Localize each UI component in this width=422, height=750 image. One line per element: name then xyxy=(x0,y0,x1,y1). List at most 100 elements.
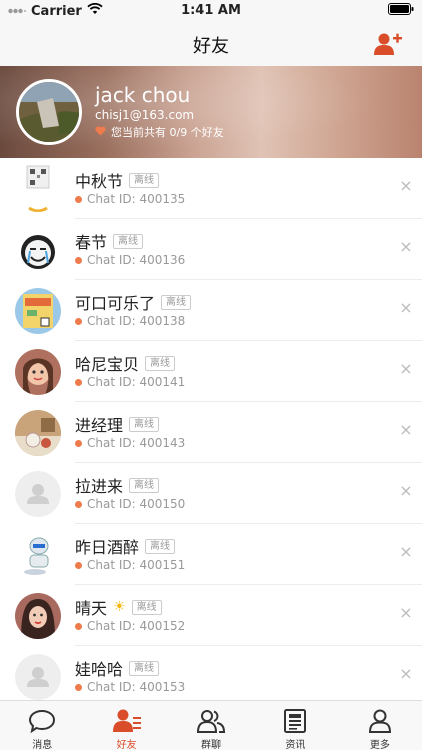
group-icon xyxy=(197,710,226,733)
default-avatar-icon[interactable] xyxy=(15,471,61,517)
status-bar: Carrier 1:41 AM xyxy=(0,0,422,22)
friend-row[interactable]: 拉进来 离线 Chat ID: 400150 × xyxy=(0,463,422,524)
delete-friend-button[interactable]: × xyxy=(398,605,414,621)
delete-friend-button[interactable]: × xyxy=(398,483,414,499)
chat-id: Chat ID: 400150 xyxy=(87,497,186,511)
avatar[interactable] xyxy=(15,410,61,456)
friend-name: 进经理 xyxy=(75,416,124,435)
friend-name: 昨日酒醉 xyxy=(75,538,140,557)
tab-groups[interactable]: 群聊 xyxy=(169,701,253,750)
status-badge: 离线 xyxy=(145,355,176,371)
chat-id: Chat ID: 400135 xyxy=(87,192,186,206)
avatar[interactable] xyxy=(15,227,61,273)
tab-news[interactable]: 资讯 xyxy=(253,701,337,750)
status-badge: 离线 xyxy=(129,172,160,188)
close-icon: × xyxy=(399,298,413,317)
status-dot xyxy=(75,439,82,447)
profile-email: chisj1@163.com xyxy=(95,108,195,122)
tab-label: 更多 xyxy=(369,740,390,750)
friend-row[interactable]: 昨日酒醉 离线 Chat ID: 400151 × xyxy=(0,524,422,585)
profile-name: jack chou xyxy=(95,83,191,107)
friend-row[interactable]: 中秋节 离线 Chat ID: 400135 × xyxy=(0,158,422,219)
status-dot xyxy=(75,500,82,508)
tab-bar: 消息 好友 群聊 资讯 更多 xyxy=(0,700,422,750)
tab-more[interactable]: 更多 xyxy=(338,701,422,750)
avatar[interactable] xyxy=(15,532,61,578)
friend-row[interactable]: 可口可乐了 离线 Chat ID: 400138 × xyxy=(0,280,422,341)
friend-row[interactable]: 进经理 离线 Chat ID: 400143 × xyxy=(0,402,422,463)
tab-messages[interactable]: 消息 xyxy=(0,701,84,750)
friend-name: 拉进来 xyxy=(75,477,124,496)
close-icon: × xyxy=(399,359,413,378)
chat-id: Chat ID: 400138 xyxy=(87,314,186,328)
sun-emoji: ☀ xyxy=(113,599,126,615)
profile-avatar[interactable] xyxy=(16,79,82,145)
friends-icon xyxy=(112,709,141,732)
delete-friend-button[interactable]: × xyxy=(398,666,414,682)
status-time: 1:41 AM xyxy=(181,3,241,18)
profile-header[interactable]: jack chou chisj1@163.com 您当前共有 0/9 个好友 xyxy=(0,66,422,158)
close-icon: × xyxy=(399,664,413,683)
friend-count-text: 您当前共有 0/9 个好友 xyxy=(111,126,224,139)
status-badge: 离线 xyxy=(129,416,160,432)
avatar[interactable] xyxy=(15,349,61,395)
close-icon: × xyxy=(399,420,413,439)
status-dot xyxy=(75,317,82,325)
status-dot xyxy=(75,378,82,386)
status-badge: 离线 xyxy=(131,599,162,615)
heart-icon xyxy=(95,125,106,139)
status-badge: 离线 xyxy=(113,233,144,249)
avatar[interactable] xyxy=(15,158,61,212)
chat-id: Chat ID: 400152 xyxy=(87,619,186,633)
friend-name: 可口可乐了 xyxy=(75,294,156,313)
friend-row[interactable]: 春节 离线 Chat ID: 400136 × xyxy=(0,219,422,280)
avatar[interactable] xyxy=(15,288,61,334)
chat-id: Chat ID: 400151 xyxy=(87,558,186,572)
status-badge: 离线 xyxy=(145,538,176,554)
chat-id: Chat ID: 400153 xyxy=(87,680,186,694)
delete-friend-button[interactable]: × xyxy=(398,178,414,194)
close-icon: × xyxy=(399,176,413,195)
message-icon xyxy=(29,709,56,734)
nav-bar: 好友 xyxy=(0,22,422,66)
friend-row[interactable]: 哈尼宝贝 离线 Chat ID: 400141 × xyxy=(0,341,422,402)
chat-id: Chat ID: 400141 xyxy=(87,375,186,389)
close-icon: × xyxy=(399,481,413,500)
friend-name: 哈尼宝贝 xyxy=(75,355,140,374)
avatar[interactable] xyxy=(15,593,61,639)
more-icon xyxy=(368,709,391,733)
page-title: 好友 xyxy=(193,36,229,57)
friend-name: 晴天 xyxy=(75,599,108,618)
close-icon: × xyxy=(399,603,413,622)
close-icon: × xyxy=(399,237,413,256)
delete-friend-button[interactable]: × xyxy=(398,544,414,560)
delete-friend-button[interactable]: × xyxy=(398,361,414,377)
delete-friend-button[interactable]: × xyxy=(398,300,414,316)
tab-label: 好友 xyxy=(116,740,137,750)
friend-name: 中秋节 xyxy=(75,172,124,191)
battery-icon xyxy=(388,3,414,15)
tab-label: 资讯 xyxy=(285,740,306,750)
status-badge: 离线 xyxy=(161,294,192,310)
status-dot xyxy=(75,683,82,691)
status-badge: 离线 xyxy=(129,477,160,493)
friend-name: 春节 xyxy=(75,233,108,252)
tab-friends[interactable]: 好友 xyxy=(84,701,168,750)
default-avatar-icon[interactable] xyxy=(15,654,61,700)
tab-label: 群聊 xyxy=(201,740,222,750)
delete-friend-button[interactable]: × xyxy=(398,239,414,255)
status-dot xyxy=(75,195,82,203)
status-dot xyxy=(75,561,82,569)
add-friend-icon xyxy=(374,33,402,55)
status-badge: 离线 xyxy=(129,660,160,676)
status-dot xyxy=(75,622,82,630)
chat-id: Chat ID: 400143 xyxy=(87,436,186,450)
tab-label: 消息 xyxy=(32,740,53,750)
status-dot xyxy=(75,256,82,264)
friend-list[interactable]: 中秋节 离线 Chat ID: 400135 × 春节 离线 Chat ID: … xyxy=(0,158,422,700)
friend-row[interactable]: 晴天 ☀ 离线 Chat ID: 400152 × xyxy=(0,585,422,646)
add-friend-button[interactable] xyxy=(374,31,402,57)
delete-friend-button[interactable]: × xyxy=(398,422,414,438)
news-icon xyxy=(284,709,307,733)
friend-row[interactable]: 娃哈哈 离线 Chat ID: 400153 × xyxy=(0,646,422,700)
